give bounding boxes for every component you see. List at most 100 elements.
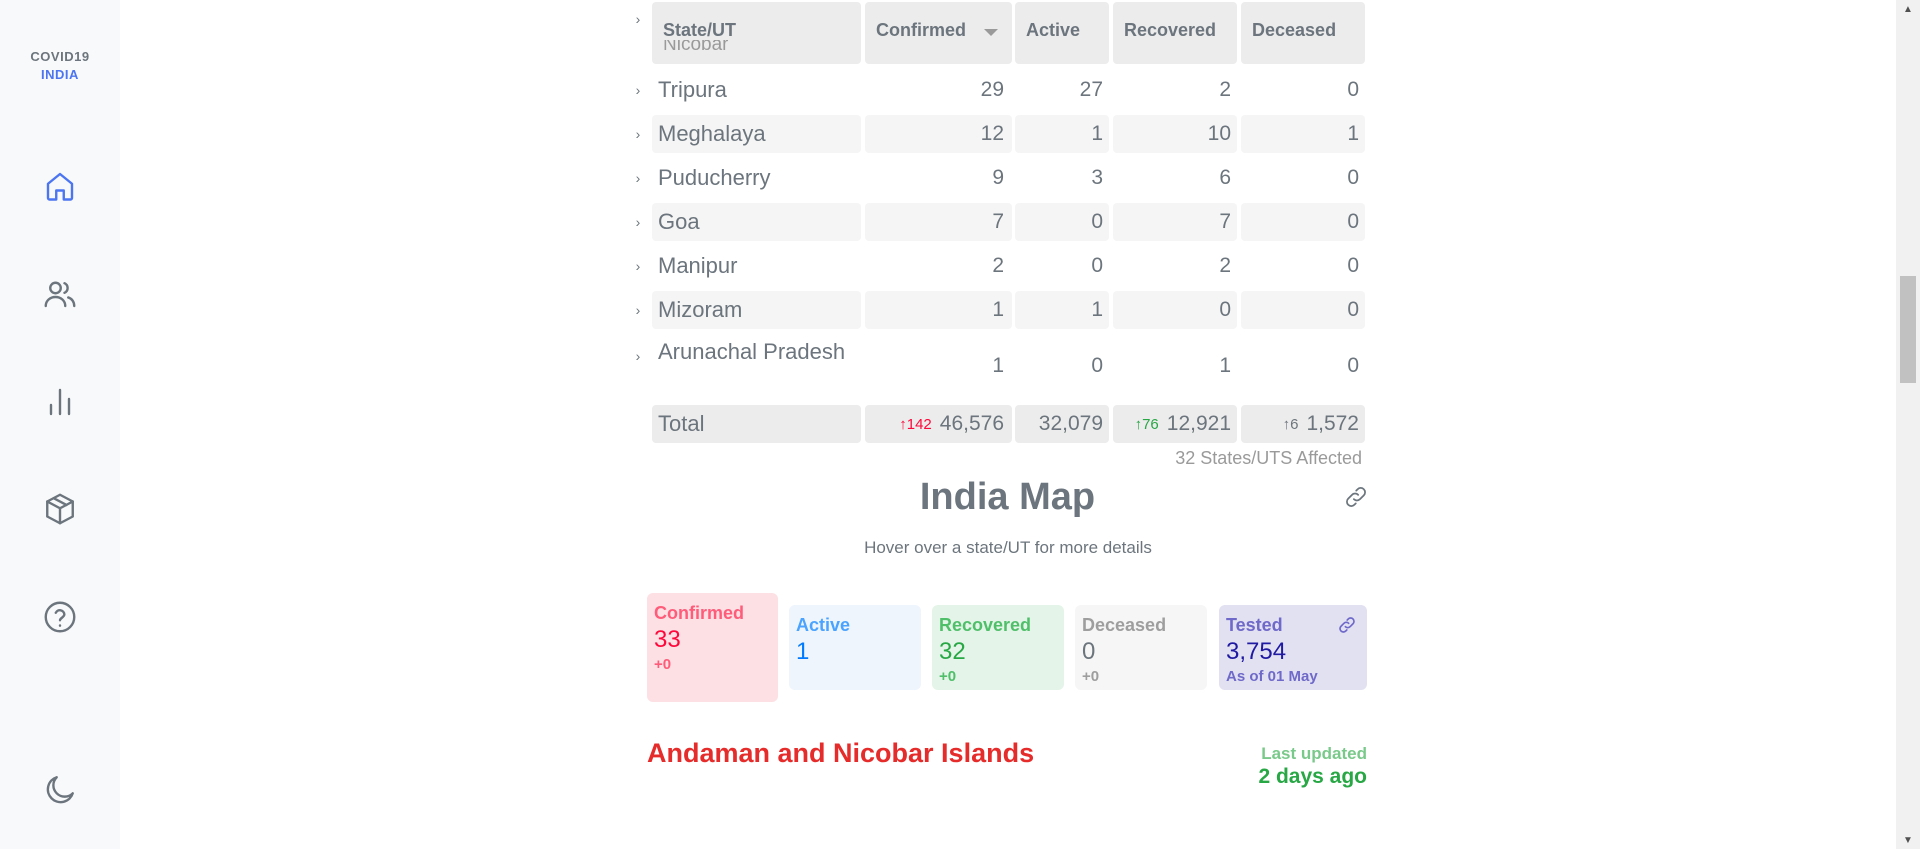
state-name: Goa — [652, 203, 861, 241]
sidebar: COVID19 INDIA — [0, 0, 120, 849]
stat-label: Deceased — [1082, 615, 1167, 635]
page-scrollbar[interactable]: ▲ ▼ — [1896, 0, 1920, 849]
confirmed-value: 7 — [865, 203, 1012, 241]
confirmed-value: 2 — [992, 254, 1004, 277]
share-link-icon[interactable] — [1343, 484, 1369, 510]
expand-chevron-icon[interactable]: › — [627, 8, 649, 30]
deceased-value: 0 — [1347, 354, 1359, 377]
stat-delta: +0 — [939, 668, 957, 685]
users-icon[interactable] — [40, 274, 80, 314]
stat-date: As of 01 May — [1226, 668, 1318, 685]
deceased-value: 0 — [1347, 78, 1359, 101]
active-value: 1 — [1015, 115, 1109, 153]
stat-delta: +0 — [654, 656, 672, 673]
stat-card-active[interactable]: Active 1 — [789, 605, 921, 690]
map-subtitle: Hover over a state/UT for more details — [864, 538, 1152, 557]
stat-label: Confirmed — [654, 603, 744, 623]
sort-desc-icon — [984, 29, 998, 36]
active-value: 27 — [1079, 78, 1103, 101]
total-deceased-value: 1,572 — [1306, 412, 1359, 435]
total-recovered-delta: ↑76 — [1134, 415, 1159, 433]
expand-chevron-icon[interactable]: › — [627, 211, 649, 233]
scrollbar-thumb[interactable] — [1900, 276, 1916, 383]
stat-value: 32 — [939, 638, 966, 665]
recovered-value: 6 — [1219, 166, 1231, 189]
states-affected-count: 32 States/UTS Affected — [1175, 448, 1362, 468]
confirmed-value: 12 — [865, 115, 1012, 153]
recovered-value: 1 — [1219, 354, 1231, 377]
state-name: Mizoram — [652, 291, 861, 329]
region-name: Andaman and Nicobar Islands — [647, 738, 1035, 768]
deceased-value: 0 — [1241, 291, 1365, 329]
confirmed-value: 9 — [992, 166, 1004, 189]
state-name: Puducherry — [658, 165, 771, 190]
header-confirmed[interactable]: Confirmed — [865, 2, 1012, 64]
total-deceased-delta: ↑6 — [1282, 415, 1299, 433]
brand-logo[interactable]: COVID19 INDIA — [0, 48, 120, 84]
confirmed-value: 1 — [865, 291, 1012, 329]
header-active[interactable]: Active — [1015, 2, 1109, 64]
package-icon[interactable] — [40, 489, 80, 529]
expand-chevron-icon[interactable]: › — [627, 299, 649, 321]
active-value: 1 — [1015, 291, 1109, 329]
recovered-value: 2 — [1219, 78, 1231, 101]
stat-card-recovered[interactable]: Recovered 32 +0 — [932, 605, 1064, 690]
stat-card-deceased[interactable]: Deceased 0 +0 — [1075, 605, 1207, 690]
header-recovered[interactable]: Recovered — [1113, 2, 1237, 64]
total-confirmed: ↑142 46,576 — [865, 405, 1012, 443]
confirmed-value: 1 — [992, 354, 1004, 377]
state-name: Arunachal Pradesh — [658, 339, 846, 364]
recovered-value: 2 — [1219, 254, 1231, 277]
clipped-state-name: Nicobar Islands — [663, 40, 729, 58]
total-confirmed-delta: ↑142 — [899, 415, 932, 433]
recovered-value: 10 — [1113, 115, 1237, 153]
link-icon[interactable] — [1337, 615, 1357, 635]
deceased-value: 0 — [1347, 166, 1359, 189]
deceased-value: 0 — [1241, 203, 1365, 241]
total-deceased: ↑6 1,572 — [1241, 405, 1365, 443]
map-title: India Map — [919, 476, 1096, 518]
state-name: Tripura — [658, 77, 727, 102]
stat-label: Active — [796, 615, 851, 635]
total-recovered-value: 12,921 — [1166, 412, 1231, 435]
stat-card-confirmed[interactable]: Confirmed 33 +0 — [647, 593, 778, 702]
stat-card-tested[interactable]: Tested 3,754 As of 01 May — [1219, 605, 1367, 690]
expand-chevron-icon[interactable]: › — [627, 79, 649, 101]
active-value: 3 — [1091, 166, 1103, 189]
scroll-down-icon[interactable]: ▼ — [1896, 831, 1920, 849]
brand-line2: INDIA — [41, 67, 79, 82]
deceased-value: 1 — [1241, 115, 1365, 153]
total-confirmed-value: 46,576 — [939, 412, 1004, 435]
stat-label: Recovered — [939, 615, 1032, 635]
recovered-value: 7 — [1113, 203, 1237, 241]
state-name: Manipur — [658, 253, 738, 278]
confirmed-value: 29 — [980, 78, 1004, 101]
total-active: 32,079 — [1015, 405, 1109, 443]
stat-value: 33 — [654, 626, 681, 653]
scroll-up-icon[interactable]: ▲ — [1896, 0, 1920, 18]
stat-value: 3,754 — [1226, 638, 1287, 665]
recovered-value: 0 — [1113, 291, 1237, 329]
help-icon[interactable] — [40, 597, 80, 637]
header-deceased[interactable]: Deceased — [1241, 2, 1365, 64]
expand-chevron-icon[interactable]: › — [627, 167, 649, 189]
active-value: 0 — [1015, 203, 1109, 241]
expand-chevron-icon[interactable]: › — [627, 345, 649, 367]
deceased-value: 0 — [1347, 254, 1359, 277]
active-value: 0 — [1091, 254, 1103, 277]
total-label: Total — [652, 405, 861, 443]
bar-chart-icon[interactable] — [40, 382, 80, 422]
total-recovered: ↑76 12,921 — [1113, 405, 1237, 443]
stat-value: 1 — [796, 638, 810, 665]
expand-chevron-icon[interactable]: › — [627, 123, 649, 145]
stat-delta: +0 — [1082, 668, 1100, 685]
brand-line1: COVID19 — [30, 49, 90, 64]
stat-value: 0 — [1082, 638, 1096, 665]
moon-icon[interactable] — [40, 770, 80, 810]
expand-chevron-icon[interactable]: › — [627, 255, 649, 277]
last-updated-label: Last updated — [1261, 744, 1367, 763]
home-icon[interactable] — [40, 166, 80, 206]
active-value: 0 — [1091, 354, 1103, 377]
state-name: Meghalaya — [652, 115, 861, 153]
last-updated-value: 2 days ago — [1258, 765, 1367, 788]
